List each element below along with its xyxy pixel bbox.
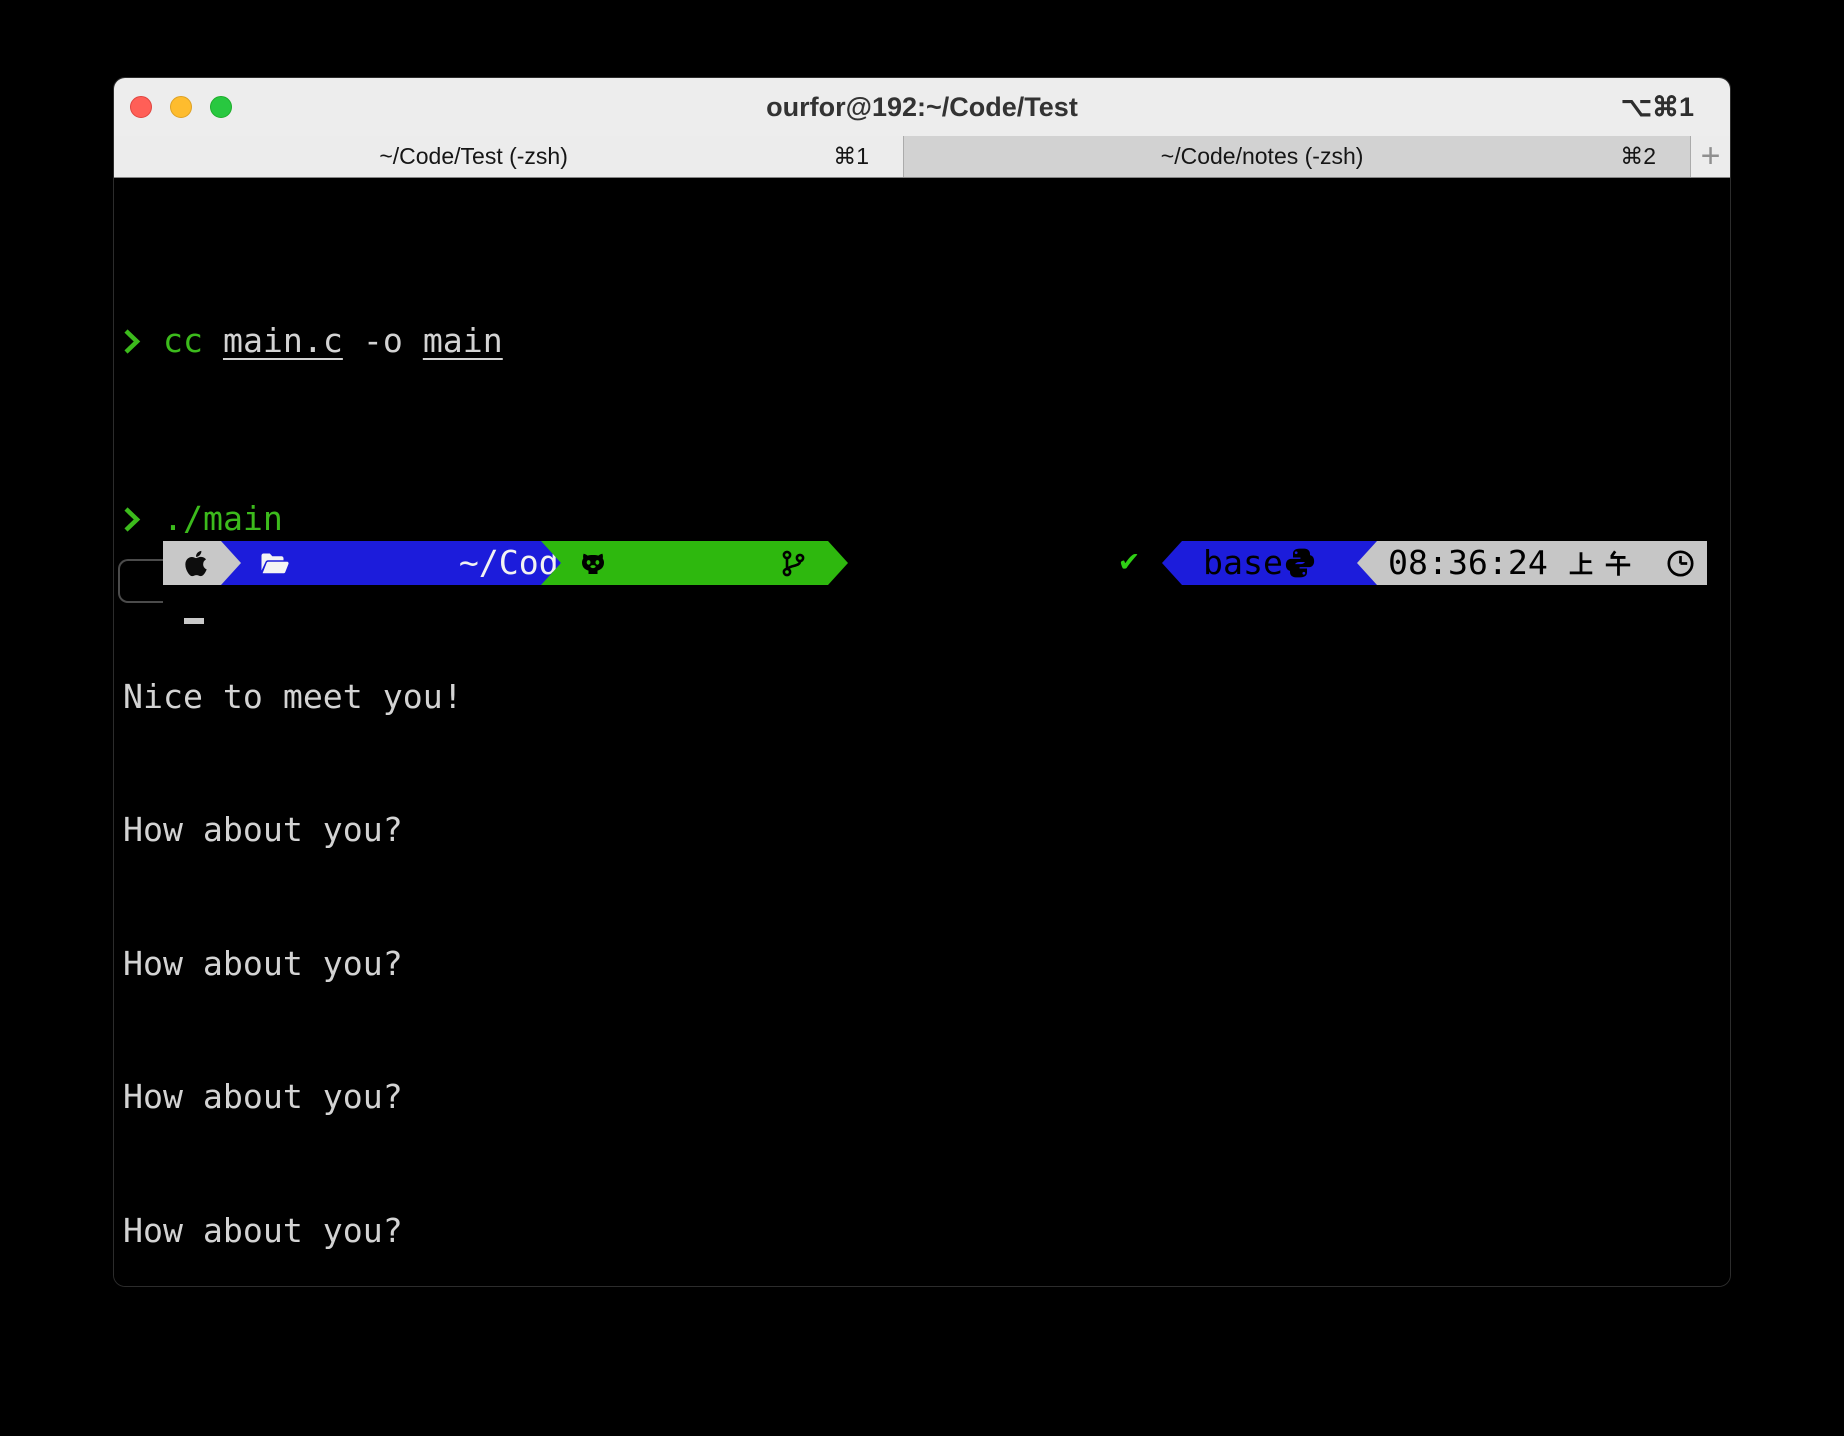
output-line: How about you? — [123, 1209, 1730, 1254]
terminal-cursor — [184, 618, 204, 624]
command-token: ./main — [163, 497, 283, 542]
window-shortcut-badge: ⌥⌘1 — [1621, 92, 1694, 123]
tab-shortcut: ⌘2 — [1620, 143, 1690, 170]
output-line: How about you? — [123, 1075, 1730, 1120]
arg-token: main — [423, 319, 503, 364]
command-line-1: cc main.c -o main — [123, 319, 1730, 364]
directory-segment: ~/Code/Test — [221, 541, 561, 585]
exit-status-ok: ✔ — [1109, 541, 1149, 585]
window-title: ourfor@192:~/Code/Test — [114, 92, 1730, 123]
arg-token: main.c — [223, 319, 343, 364]
git-branch-name: main — [979, 541, 1059, 586]
title-bar: ourfor@192:~/Code/Test ⌥⌘1 — [114, 78, 1730, 136]
cjk-shang-glyph — [1566, 548, 1596, 579]
git-branch-icon — [779, 460, 979, 667]
venv-name: base — [1203, 541, 1283, 586]
powerline-prompt: ~/Code/Test — [114, 541, 1731, 585]
time-segment: 08:36:24 — [1357, 541, 1707, 585]
clock-time: 08:36:24 — [1388, 541, 1548, 586]
venv-segment: base — [1162, 541, 1378, 585]
command-line-2: ./main — [123, 497, 1730, 542]
new-tab-button[interactable]: + — [1690, 136, 1730, 177]
git-segment: main ?2 — [539, 541, 848, 585]
prompt-frame — [118, 559, 163, 603]
clock-icon — [1665, 548, 1696, 579]
open-folder-icon — [259, 461, 459, 666]
tab-code-notes[interactable]: ~/Code/notes (-zsh) ⌘2 — [903, 136, 1690, 177]
cjk-wu-glyph — [1603, 548, 1633, 579]
output-line: How about you? — [123, 942, 1730, 987]
prompt-chevron-icon — [123, 328, 141, 355]
prompt-chevron-icon — [123, 506, 141, 533]
output-line: How about you? — [123, 808, 1730, 853]
tab-bar: ~/Code/Test (-zsh) ⌘1 ~/Code/notes (-zsh… — [114, 136, 1730, 178]
tab-label: ~/Code/notes (-zsh) — [904, 143, 1620, 170]
command-token: cc — [163, 319, 203, 364]
github-octocat-icon — [579, 460, 779, 666]
tab-shortcut: ⌘1 — [833, 143, 903, 170]
git-status: ?2 — [1059, 541, 1099, 586]
terminal-content[interactable]: ccmain.c-omain ./main Nice to meet you! … — [114, 178, 1730, 1287]
tab-label: ~/Code/Test (-zsh) — [114, 143, 833, 170]
output-line: Nice to meet you! — [123, 675, 1730, 720]
terminal-window: ourfor@192:~/Code/Test ⌥⌘1 ~/Code/Test (… — [113, 77, 1731, 1287]
meridiem-label — [1566, 548, 1633, 579]
tab-code-test[interactable]: ~/Code/Test (-zsh) ⌘1 — [114, 136, 903, 177]
flag-token: -o — [363, 319, 403, 364]
